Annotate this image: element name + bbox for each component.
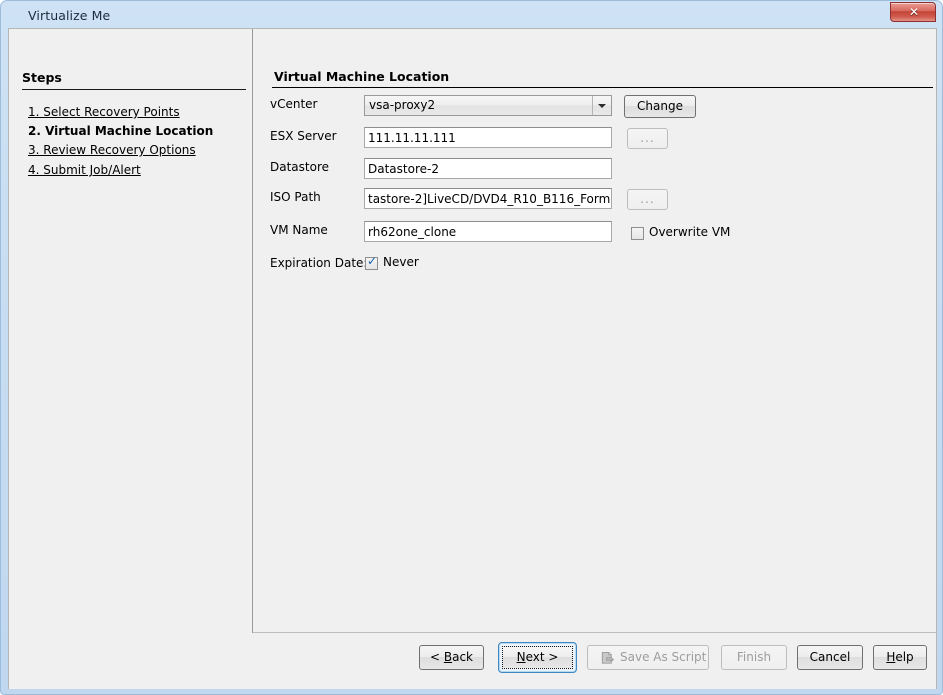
content-panel: Steps 1. Select Recovery Points 2. Virtu…	[9, 29, 936, 633]
checkbox-box: ✓	[365, 257, 378, 270]
close-icon: ✕	[891, 3, 937, 23]
vm-name-input[interactable]	[364, 221, 612, 242]
vcenter-selected-value: vsa-proxy2	[369, 98, 435, 112]
chevron-down-icon[interactable]	[592, 96, 611, 115]
help-button[interactable]: Help	[873, 645, 927, 670]
page-title-divider	[272, 87, 933, 88]
steps-pane: Steps 1. Select Recovery Points 2. Virtu…	[9, 29, 253, 633]
iso-path-label: ISO Path	[270, 190, 321, 204]
iso-path-browse-button[interactable]: ...	[627, 189, 668, 210]
vm-name-label: VM Name	[270, 223, 328, 237]
sidebar-item-submit-job-alert[interactable]: 4. Submit Job/Alert	[28, 163, 141, 177]
esx-server-browse-button[interactable]: ...	[627, 128, 668, 149]
steps-heading-divider	[22, 89, 246, 90]
sidebar-item-virtual-machine-location[interactable]: 2. Virtual Machine Location	[28, 124, 213, 138]
client-area: Steps 1. Select Recovery Points 2. Virtu…	[8, 28, 937, 689]
sidebar-item-select-recovery-points[interactable]: 1. Select Recovery Points	[28, 105, 180, 119]
finish-button[interactable]: Finish	[721, 645, 787, 670]
checkbox-box	[631, 227, 644, 240]
check-icon: ✓	[367, 255, 377, 268]
back-button[interactable]: < Back	[419, 645, 484, 670]
script-icon	[600, 651, 615, 666]
window-title: Virtualize Me	[28, 8, 110, 23]
iso-path-input[interactable]	[364, 188, 612, 209]
title-bar: Virtualize Me ✕	[1, 1, 943, 30]
expiration-never-label: Never	[383, 255, 419, 269]
expiration-date-label: Expiration Date:	[270, 256, 367, 270]
form-pane: Virtual Machine Location vCenter vsa-pro…	[254, 29, 936, 633]
save-as-script-button[interactable]: Save As Script	[587, 645, 709, 670]
overwrite-vm-label: Overwrite VM	[649, 225, 730, 239]
page-title: Virtual Machine Location	[274, 69, 449, 84]
next-button[interactable]: Next >	[498, 642, 577, 673]
close-button[interactable]: ✕	[890, 2, 936, 22]
vcenter-select[interactable]: vsa-proxy2	[364, 95, 612, 116]
sidebar-item-review-recovery-options[interactable]: 3. Review Recovery Options	[28, 143, 196, 157]
cancel-button[interactable]: Cancel	[797, 645, 863, 670]
esx-server-label: ESX Server	[270, 129, 337, 143]
virtualize-me-window: Virtualize Me ✕ Steps 1. Select Recovery…	[0, 0, 943, 695]
steps-heading: Steps	[22, 70, 62, 85]
next-button-label: Next >	[502, 646, 573, 669]
footer-button-bar: < Back Next > Save As Script Finish Canc…	[9, 634, 936, 688]
datastore-label: Datastore	[270, 160, 329, 174]
esx-server-input[interactable]	[364, 127, 612, 148]
change-vcenter-button[interactable]: Change	[624, 95, 696, 118]
save-as-script-label: Save As Script	[620, 650, 706, 664]
datastore-input[interactable]	[364, 158, 612, 179]
vcenter-label: vCenter	[270, 97, 318, 111]
